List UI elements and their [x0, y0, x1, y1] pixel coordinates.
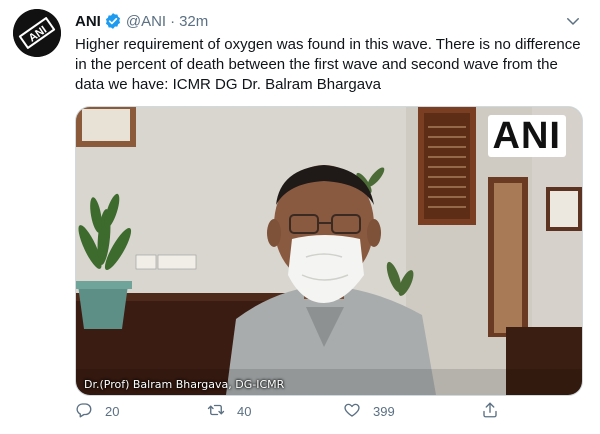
timestamp[interactable]: 32m	[179, 13, 208, 30]
tweet-actions: 20 40 399	[75, 400, 505, 424]
reply-button[interactable]: 20	[75, 400, 119, 422]
video-caption: Dr.(Prof) Balram Bhargava, DG-ICMR	[84, 378, 285, 391]
separator-dot: ·	[170, 12, 176, 30]
retweet-icon	[207, 401, 225, 422]
share-icon	[481, 401, 499, 422]
reply-icon	[75, 401, 93, 422]
avatar[interactable]: ANI	[13, 9, 61, 57]
like-button[interactable]: 399	[343, 400, 395, 422]
author-name[interactable]: ANI	[75, 13, 101, 30]
tweet-text: Higher requirement of oxygen was found i…	[75, 36, 581, 93]
verified-badge-icon	[104, 12, 122, 30]
tweet[interactable]: ANI ANI @ANI · 32m Higher requirement of…	[0, 0, 600, 434]
retweet-button[interactable]: 40	[207, 400, 251, 422]
retweet-count: 40	[237, 403, 252, 419]
tweet-media[interactable]: ANI Dr.(Prof) Balram Bhargava, DG-ICMR	[75, 106, 583, 396]
share-button[interactable]	[481, 400, 499, 422]
tweet-header: ANI @ANI · 32m	[75, 11, 208, 31]
like-icon	[343, 401, 361, 422]
ani-logo: ANI	[13, 9, 61, 57]
author-handle[interactable]: @ANI	[126, 13, 166, 30]
like-count: 399	[373, 403, 395, 419]
caret-down-icon[interactable]	[564, 12, 582, 30]
ani-watermark: ANI	[487, 115, 566, 157]
reply-count: 20	[105, 403, 120, 419]
